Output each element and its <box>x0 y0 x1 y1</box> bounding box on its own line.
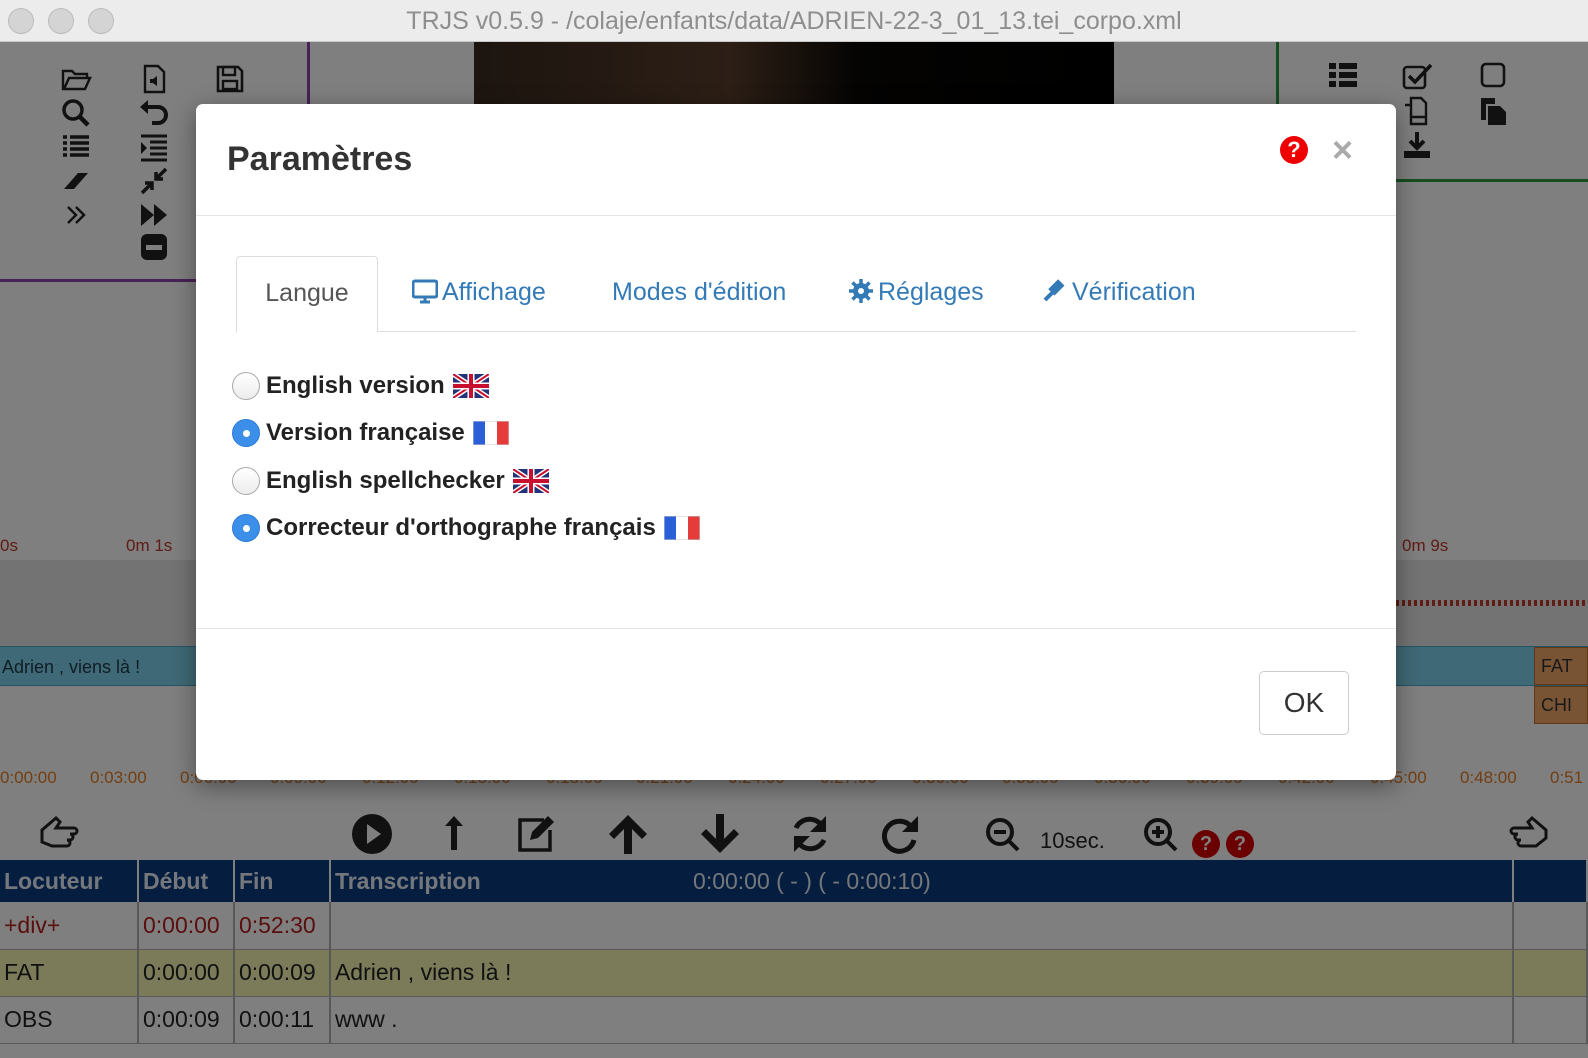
settings-tabs: Langue Affichage Modes d'édition Réglage… <box>236 256 1356 333</box>
tab-reglages[interactable]: Réglages <box>848 256 984 333</box>
dialog-header: Paramètres ? × <box>196 104 1396 216</box>
tab-label: Réglages <box>878 278 984 306</box>
radio-english-spellchecker[interactable] <box>232 467 260 495</box>
option-correcteur-francais[interactable]: Correcteur d'orthographe français <box>232 511 700 545</box>
tab-label: Langue <box>265 279 349 307</box>
uk-flag-icon <box>512 469 549 493</box>
dialog-title: Paramètres <box>227 140 413 178</box>
radio-correcteur-francais[interactable] <box>232 514 260 542</box>
option-label: English version <box>266 372 445 399</box>
fr-flag-icon <box>472 421 509 445</box>
tab-label: Modes d'édition <box>612 278 787 306</box>
option-label: Correcteur d'orthographe français <box>266 514 656 541</box>
tab-verification[interactable]: Vérification <box>1042 256 1196 333</box>
tab-modes-edition[interactable]: Modes d'édition <box>612 256 786 333</box>
monitor-icon <box>411 279 439 304</box>
help-icon[interactable]: ? <box>1280 136 1308 164</box>
option-version-francaise[interactable]: Version française <box>232 416 509 450</box>
window-title: TRJS v0.5.9 - /colaje/enfants/data/ADRIE… <box>406 7 1182 35</box>
option-english-version[interactable]: English version <box>232 369 489 403</box>
radio-english-version[interactable] <box>232 372 260 400</box>
ok-button[interactable]: OK <box>1259 671 1349 735</box>
option-label: English spellchecker <box>266 467 505 494</box>
uk-flag-icon <box>452 374 489 398</box>
gavel-icon <box>1043 279 1065 302</box>
option-label: Version française <box>266 419 465 446</box>
close-icon[interactable]: × <box>1332 132 1353 168</box>
fr-flag-icon <box>663 516 700 540</box>
radio-version-francaise[interactable] <box>232 419 260 447</box>
tab-label: Vérification <box>1072 278 1196 306</box>
tab-affichage[interactable]: Affichage <box>411 256 546 333</box>
option-english-spellchecker[interactable]: English spellchecker <box>232 464 549 498</box>
dialog-footer: OK <box>196 628 1396 780</box>
tab-label: Affichage <box>442 278 546 306</box>
settings-dialog: Paramètres ? × Langue Affichage Modes d'… <box>196 104 1396 780</box>
tab-langue[interactable]: Langue <box>236 256 378 333</box>
window-titlebar: TRJS v0.5.9 - /colaje/enfants/data/ADRIE… <box>0 0 1588 42</box>
gear-icon <box>849 279 873 303</box>
